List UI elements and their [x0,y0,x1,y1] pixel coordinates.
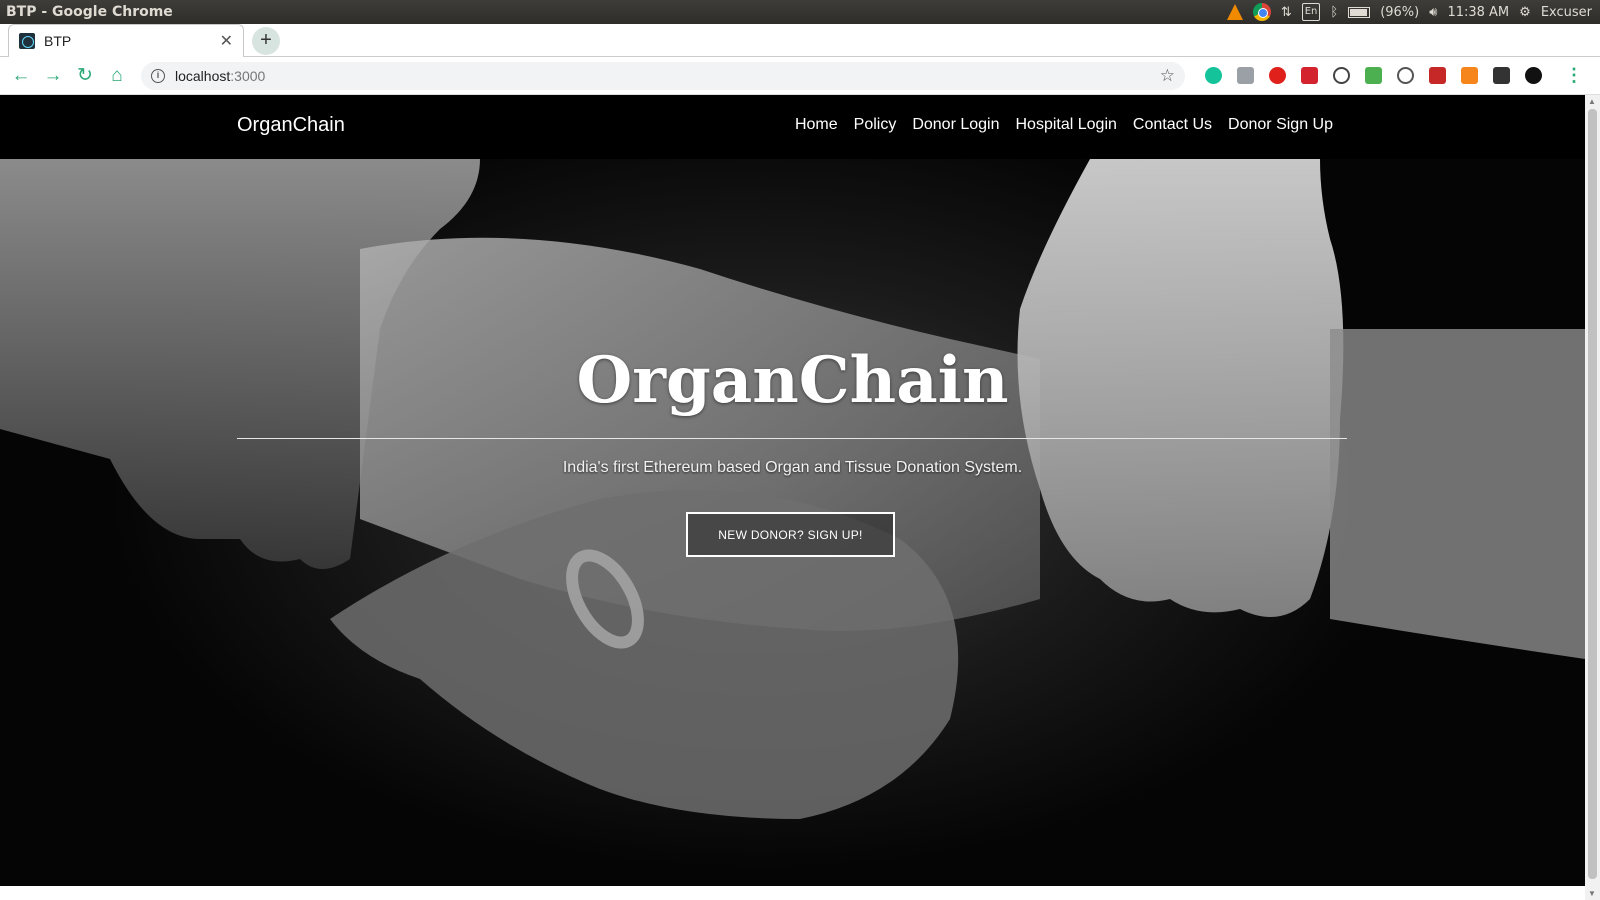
close-tab-icon[interactable]: ✕ [220,31,233,51]
bookmark-star-icon[interactable]: ☆ [1160,66,1175,86]
site-navbar: OrganChain Home Policy Donor Login Hospi… [0,95,1585,159]
back-arrow-icon[interactable]: ← [5,60,37,92]
url-host: localhost [175,67,231,84]
nav-contact-us[interactable]: Contact Us [1133,116,1212,134]
extensions-area: ⋮ [1205,65,1583,86]
nav-policy[interactable]: Policy [854,116,897,134]
chrome-tray-icon[interactable] [1252,3,1271,21]
keyboard-layout-indicator[interactable]: En [1301,3,1321,21]
home-icon[interactable]: ⌂ [101,60,133,92]
dev-tools-icon[interactable] [1397,67,1414,84]
site-info-icon[interactable]: i [151,68,165,83]
menu-kebab-icon[interactable]: ⋮ [1565,65,1583,86]
scroll-up-icon[interactable]: ▲ [1588,97,1596,106]
grammarly-icon[interactable] [1205,67,1222,84]
system-top-bar: BTP - Google Chrome ⇅ En ᛒ (96%) 🔊︎ 11:3… [0,0,1600,24]
puzzle-icon[interactable] [1429,67,1446,84]
clock[interactable]: 11:38 AM [1447,5,1509,20]
speedometer-icon[interactable] [1333,67,1350,84]
new-tab-button[interactable]: + [252,27,280,55]
network-icon[interactable]: ⇅ [1281,3,1292,21]
browser-tab[interactable]: BTP ✕ [8,24,244,57]
tab-strip: BTP ✕ + [0,24,1600,57]
vlc-icon[interactable] [1226,3,1243,21]
tab-title: BTP [44,33,72,49]
system-tray: ⇅ En ᛒ (96%) 🔊︎ 11:38 AM ⚙ Excuser [1226,3,1600,21]
pdf-icon[interactable] [1301,67,1318,84]
page-scrollbar[interactable]: ▲ ▼ [1585,95,1600,900]
hero-subtitle: India's first Ethereum based Organ and T… [562,459,1023,476]
address-bar[interactable]: i localhost :3000 ☆ [141,61,1185,90]
metamask-icon[interactable] [1461,67,1478,84]
hero-title: OrganChain [576,343,1009,418]
cube-icon[interactable] [1493,67,1510,84]
react-favicon-icon [19,33,35,49]
bluetooth-icon[interactable]: ᛒ [1330,3,1338,21]
nav-donor-login[interactable]: Donor Login [912,116,999,134]
forward-arrow-icon[interactable]: → [37,60,69,92]
hero-section: OrganChain India's first Ethereum based … [0,159,1585,886]
volume-icon[interactable]: 🔊︎ [1429,3,1437,21]
site-brand[interactable]: OrganChain [237,114,345,137]
nav-home[interactable]: Home [795,116,838,134]
page-viewport: OrganChain Home Policy Donor Login Hospi… [0,95,1585,886]
opera-icon[interactable] [1269,67,1286,84]
scrollbar-thumb[interactable] [1588,109,1597,879]
profile-icon[interactable] [1525,67,1542,84]
inbox-icon[interactable] [1365,67,1382,84]
window-title: BTP - Google Chrome [6,4,173,20]
reload-icon[interactable]: ↻ [69,60,101,92]
url-port: :3000 [230,67,266,84]
battery-percent[interactable]: (96%) [1380,5,1419,20]
page-bottom-strip [0,886,1585,900]
cart-icon[interactable] [1237,67,1254,84]
settings-gear-icon[interactable]: ⚙ [1519,3,1531,21]
nav-hospital-login[interactable]: Hospital Login [1016,116,1117,134]
user-name[interactable]: Excuser [1541,5,1592,20]
scroll-down-icon[interactable]: ▼ [1588,889,1596,898]
nav-links: Home Policy Donor Login Hospital Login C… [795,116,1333,134]
battery-icon[interactable] [1348,3,1371,21]
hero-divider [237,438,1347,439]
new-donor-signup-button[interactable]: NEW DONOR? SIGN UP! [686,512,895,557]
browser-toolbar: ← → ↻ ⌂ i localhost :3000 ☆ ⋮ [0,57,1600,95]
nav-donor-sign-up[interactable]: Donor Sign Up [1228,116,1333,134]
